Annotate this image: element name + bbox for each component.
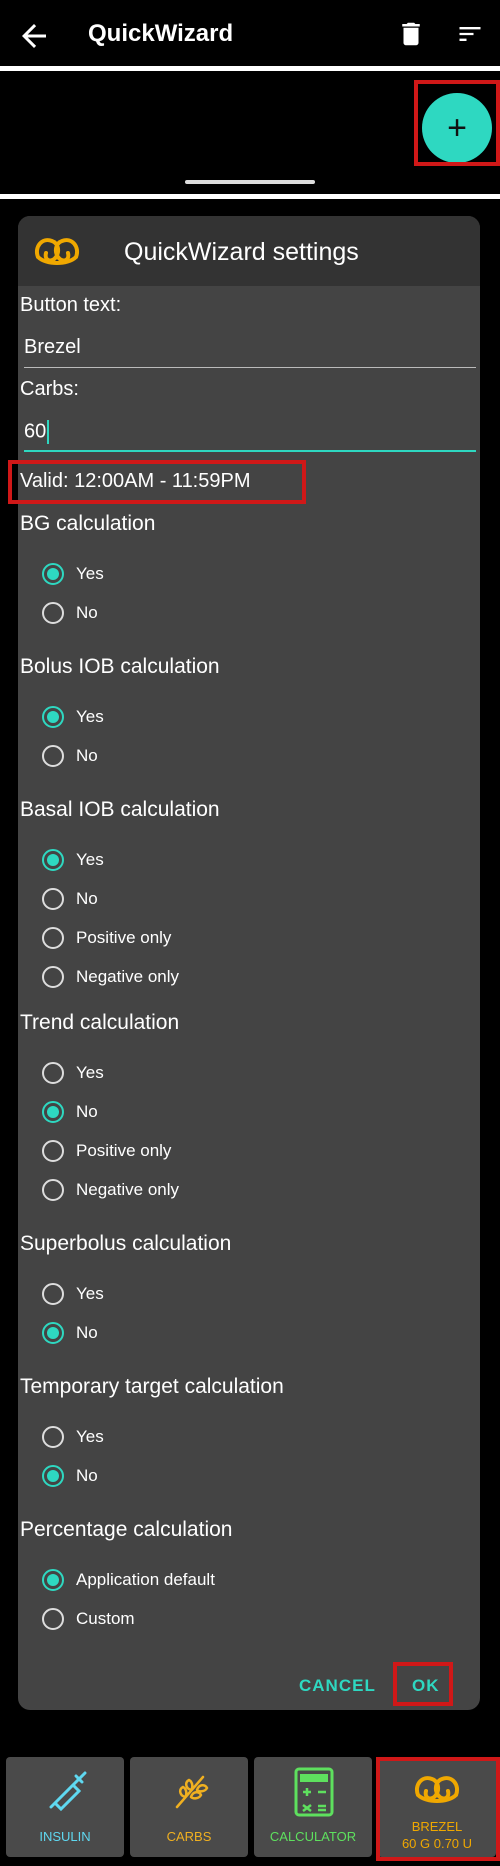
bottom-action-bar: INSULIN CARBS CALCULATOR BREZEL 60 G 0.7… bbox=[0, 1745, 500, 1866]
dialog-title: QuickWizard settings bbox=[124, 238, 359, 266]
section-title-basal-iob: Basal IOB calculation bbox=[20, 798, 220, 821]
radio-basal-iob-positive[interactable]: Positive only bbox=[42, 924, 171, 952]
quickwizard-settings-dialog: QuickWizard settings Button text: Brezel… bbox=[18, 216, 480, 1710]
radio-superbolus-no[interactable]: No bbox=[42, 1319, 98, 1347]
wheat-icon bbox=[175, 1775, 209, 1809]
carbs-input[interactable]: 60 bbox=[24, 412, 476, 452]
radio-circle bbox=[42, 1465, 64, 1487]
radio-basal-iob-yes[interactable]: Yes bbox=[42, 846, 104, 874]
sort-icon[interactable] bbox=[454, 20, 486, 48]
pretzel-icon bbox=[35, 238, 79, 265]
radio-bg-yes[interactable]: Yes bbox=[42, 560, 104, 588]
radio-percentage-default[interactable]: Application default bbox=[42, 1566, 215, 1594]
radio-circle bbox=[42, 849, 64, 871]
insulin-label: INSULIN bbox=[39, 1829, 91, 1844]
radio-basal-iob-negative[interactable]: Negative only bbox=[42, 963, 179, 991]
radio-temp-target-no[interactable]: No bbox=[42, 1462, 98, 1490]
trash-icon[interactable] bbox=[396, 18, 426, 50]
radio-circle bbox=[42, 1569, 64, 1591]
top-app-bar: QuickWizard bbox=[0, 0, 500, 68]
radio-circle bbox=[42, 745, 64, 767]
pretzel-icon bbox=[415, 1776, 459, 1803]
drag-handle[interactable] bbox=[185, 180, 315, 184]
button-text-label: Button text: bbox=[20, 294, 122, 316]
radio-circle bbox=[42, 602, 64, 624]
text-cursor bbox=[47, 420, 50, 444]
radio-circle bbox=[42, 1101, 64, 1123]
calculator-label: CALCULATOR bbox=[269, 1829, 357, 1844]
button-text-input[interactable]: Brezel bbox=[24, 328, 476, 368]
radio-temp-target-yes[interactable]: Yes bbox=[42, 1423, 104, 1451]
quick-label-name: BREZEL bbox=[411, 1819, 463, 1834]
section-title-temp-target: Temporary target calculation bbox=[20, 1375, 284, 1398]
carbs-button[interactable]: CARBS bbox=[130, 1757, 248, 1857]
radio-basal-iob-no[interactable]: No bbox=[42, 885, 98, 913]
divider bbox=[0, 194, 500, 199]
section-title-percentage: Percentage calculation bbox=[20, 1518, 233, 1541]
carbs-label: Carbs: bbox=[20, 378, 79, 400]
radio-circle bbox=[42, 888, 64, 910]
add-button[interactable]: + bbox=[422, 93, 492, 163]
radio-circle bbox=[42, 927, 64, 949]
section-title-bolus-iob: Bolus IOB calculation bbox=[20, 655, 220, 678]
carbs-label: CARBS bbox=[166, 1829, 212, 1844]
radio-bolus-iob-yes[interactable]: Yes bbox=[42, 703, 104, 731]
radio-circle bbox=[42, 706, 64, 728]
radio-percentage-custom[interactable]: Custom bbox=[42, 1605, 135, 1633]
radio-circle bbox=[42, 1062, 64, 1084]
radio-trend-negative[interactable]: Negative only bbox=[42, 1176, 179, 1204]
radio-circle bbox=[42, 1283, 64, 1305]
radio-circle bbox=[42, 563, 64, 585]
radio-circle bbox=[42, 966, 64, 988]
radio-bolus-iob-no[interactable]: No bbox=[42, 742, 98, 770]
back-arrow-icon[interactable] bbox=[16, 18, 52, 54]
radio-trend-no[interactable]: No bbox=[42, 1098, 98, 1126]
syringe-icon bbox=[49, 1771, 87, 1812]
radio-circle bbox=[42, 1426, 64, 1448]
dialog-header: QuickWizard settings bbox=[18, 216, 480, 286]
section-title-bg: BG calculation bbox=[20, 512, 156, 535]
section-title-superbolus: Superbolus calculation bbox=[20, 1232, 232, 1255]
quick-label-amount: 60 G 0.70 U bbox=[401, 1836, 473, 1851]
valid-time-range[interactable]: Valid: 12:00AM - 11:59PM bbox=[20, 470, 251, 493]
radio-bg-no[interactable]: No bbox=[42, 599, 98, 627]
radio-circle bbox=[42, 1140, 64, 1162]
plus-icon: + bbox=[447, 108, 467, 147]
insulin-button[interactable]: INSULIN bbox=[6, 1757, 124, 1857]
calculator-button[interactable]: CALCULATOR bbox=[254, 1757, 372, 1857]
radio-circle bbox=[42, 1179, 64, 1201]
ok-button[interactable]: OK bbox=[412, 1676, 440, 1696]
radio-circle bbox=[42, 1322, 64, 1344]
cancel-button[interactable]: CANCEL bbox=[299, 1676, 376, 1696]
quickwizard-brezel-button[interactable]: BREZEL 60 G 0.70 U bbox=[378, 1757, 496, 1857]
radio-trend-yes[interactable]: Yes bbox=[42, 1059, 104, 1087]
radio-superbolus-yes[interactable]: Yes bbox=[42, 1280, 104, 1308]
page-title: QuickWizard bbox=[88, 20, 234, 47]
radio-trend-positive[interactable]: Positive only bbox=[42, 1137, 171, 1165]
radio-circle bbox=[42, 1608, 64, 1630]
section-title-trend: Trend calculation bbox=[20, 1011, 180, 1034]
calculator-icon bbox=[294, 1767, 334, 1817]
divider bbox=[0, 66, 500, 71]
